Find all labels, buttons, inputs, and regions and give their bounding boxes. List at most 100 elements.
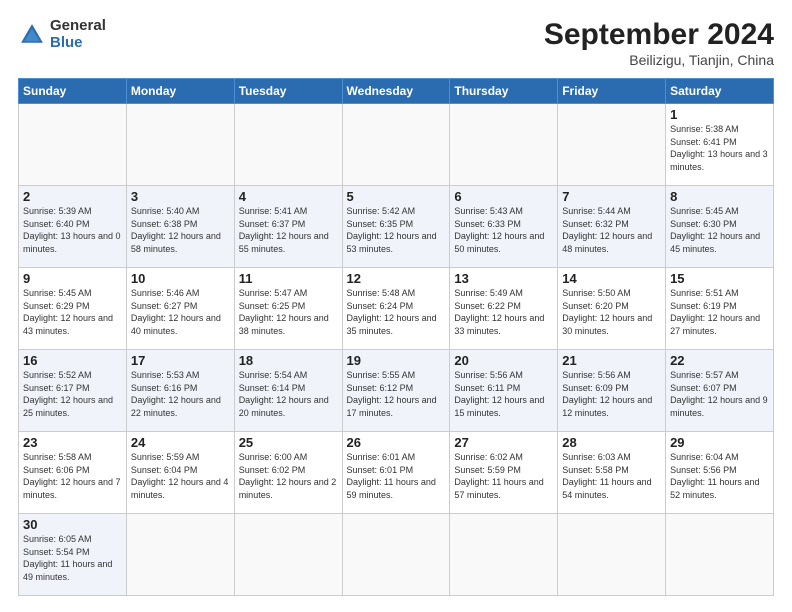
calendar-week-row: 16Sunrise: 5:52 AMSunset: 6:17 PMDayligh… [19, 350, 774, 432]
table-row: 29Sunrise: 6:04 AMSunset: 5:56 PMDayligh… [666, 432, 774, 514]
day-info: Sunrise: 5:53 AMSunset: 6:16 PMDaylight:… [131, 369, 230, 419]
day-number: 7 [562, 189, 661, 204]
table-row [666, 514, 774, 596]
day-info: Sunrise: 5:38 AMSunset: 6:41 PMDaylight:… [670, 123, 769, 173]
day-info: Sunrise: 5:49 AMSunset: 6:22 PMDaylight:… [454, 287, 553, 337]
day-number: 25 [239, 435, 338, 450]
day-number: 3 [131, 189, 230, 204]
day-number: 15 [670, 271, 769, 286]
table-row [126, 104, 234, 186]
calendar-table: Sunday Monday Tuesday Wednesday Thursday… [18, 78, 774, 596]
col-sunday: Sunday [19, 79, 127, 104]
day-number: 4 [239, 189, 338, 204]
logo: General Blue [18, 18, 106, 51]
table-row: 2Sunrise: 5:39 AMSunset: 6:40 PMDaylight… [19, 186, 127, 268]
table-row: 22Sunrise: 5:57 AMSunset: 6:07 PMDayligh… [666, 350, 774, 432]
day-info: Sunrise: 5:42 AMSunset: 6:35 PMDaylight:… [347, 205, 446, 255]
day-number: 22 [670, 353, 769, 368]
day-info: Sunrise: 5:56 AMSunset: 6:11 PMDaylight:… [454, 369, 553, 419]
day-number: 26 [347, 435, 446, 450]
table-row: 8Sunrise: 5:45 AMSunset: 6:30 PMDaylight… [666, 186, 774, 268]
day-number: 10 [131, 271, 230, 286]
table-row: 9Sunrise: 5:45 AMSunset: 6:29 PMDaylight… [19, 268, 127, 350]
header: General Blue September 2024 Beilizigu, T… [18, 18, 774, 68]
logo-blue-text: Blue [50, 35, 106, 52]
day-info: Sunrise: 5:46 AMSunset: 6:27 PMDaylight:… [131, 287, 230, 337]
day-info: Sunrise: 5:40 AMSunset: 6:38 PMDaylight:… [131, 205, 230, 255]
day-info: Sunrise: 5:50 AMSunset: 6:20 PMDaylight:… [562, 287, 661, 337]
table-row: 19Sunrise: 5:55 AMSunset: 6:12 PMDayligh… [342, 350, 450, 432]
table-row [450, 514, 558, 596]
day-info: Sunrise: 6:03 AMSunset: 5:58 PMDaylight:… [562, 451, 661, 501]
day-number: 11 [239, 271, 338, 286]
table-row: 27Sunrise: 6:02 AMSunset: 5:59 PMDayligh… [450, 432, 558, 514]
table-row [558, 104, 666, 186]
day-number: 18 [239, 353, 338, 368]
table-row: 17Sunrise: 5:53 AMSunset: 6:16 PMDayligh… [126, 350, 234, 432]
col-monday: Monday [126, 79, 234, 104]
table-row: 11Sunrise: 5:47 AMSunset: 6:25 PMDayligh… [234, 268, 342, 350]
table-row: 21Sunrise: 5:56 AMSunset: 6:09 PMDayligh… [558, 350, 666, 432]
day-number: 20 [454, 353, 553, 368]
day-info: Sunrise: 5:58 AMSunset: 6:06 PMDaylight:… [23, 451, 122, 501]
day-info: Sunrise: 5:41 AMSunset: 6:37 PMDaylight:… [239, 205, 338, 255]
day-info: Sunrise: 5:39 AMSunset: 6:40 PMDaylight:… [23, 205, 122, 255]
calendar-week-row: 1Sunrise: 5:38 AMSunset: 6:41 PMDaylight… [19, 104, 774, 186]
day-number: 19 [347, 353, 446, 368]
table-row: 15Sunrise: 5:51 AMSunset: 6:19 PMDayligh… [666, 268, 774, 350]
day-number: 21 [562, 353, 661, 368]
calendar-week-row: 9Sunrise: 5:45 AMSunset: 6:29 PMDaylight… [19, 268, 774, 350]
table-row [450, 104, 558, 186]
table-row: 12Sunrise: 5:48 AMSunset: 6:24 PMDayligh… [342, 268, 450, 350]
day-info: Sunrise: 5:43 AMSunset: 6:33 PMDaylight:… [454, 205, 553, 255]
day-number: 29 [670, 435, 769, 450]
day-number: 16 [23, 353, 122, 368]
table-row: 16Sunrise: 5:52 AMSunset: 6:17 PMDayligh… [19, 350, 127, 432]
day-number: 9 [23, 271, 122, 286]
day-number: 23 [23, 435, 122, 450]
day-info: Sunrise: 6:01 AMSunset: 6:01 PMDaylight:… [347, 451, 446, 501]
day-info: Sunrise: 5:52 AMSunset: 6:17 PMDaylight:… [23, 369, 122, 419]
day-number: 27 [454, 435, 553, 450]
logo-general-text: General [50, 18, 106, 35]
day-info: Sunrise: 6:05 AMSunset: 5:54 PMDaylight:… [23, 533, 122, 583]
day-info: Sunrise: 5:51 AMSunset: 6:19 PMDaylight:… [670, 287, 769, 337]
col-saturday: Saturday [666, 79, 774, 104]
day-info: Sunrise: 5:56 AMSunset: 6:09 PMDaylight:… [562, 369, 661, 419]
calendar-week-row: 30Sunrise: 6:05 AMSunset: 5:54 PMDayligh… [19, 514, 774, 596]
day-info: Sunrise: 5:44 AMSunset: 6:32 PMDaylight:… [562, 205, 661, 255]
table-row: 1Sunrise: 5:38 AMSunset: 6:41 PMDaylight… [666, 104, 774, 186]
day-info: Sunrise: 6:00 AMSunset: 6:02 PMDaylight:… [239, 451, 338, 501]
day-info: Sunrise: 5:45 AMSunset: 6:29 PMDaylight:… [23, 287, 122, 337]
day-info: Sunrise: 5:55 AMSunset: 6:12 PMDaylight:… [347, 369, 446, 419]
table-row: 13Sunrise: 5:49 AMSunset: 6:22 PMDayligh… [450, 268, 558, 350]
logo-text: General Blue [50, 18, 106, 51]
table-row: 20Sunrise: 5:56 AMSunset: 6:11 PMDayligh… [450, 350, 558, 432]
col-friday: Friday [558, 79, 666, 104]
page: General Blue September 2024 Beilizigu, T… [0, 0, 792, 612]
day-info: Sunrise: 5:59 AMSunset: 6:04 PMDaylight:… [131, 451, 230, 501]
day-number: 1 [670, 107, 769, 122]
day-number: 13 [454, 271, 553, 286]
table-row: 14Sunrise: 5:50 AMSunset: 6:20 PMDayligh… [558, 268, 666, 350]
day-info: Sunrise: 5:47 AMSunset: 6:25 PMDaylight:… [239, 287, 338, 337]
table-row: 30Sunrise: 6:05 AMSunset: 5:54 PMDayligh… [19, 514, 127, 596]
table-row: 28Sunrise: 6:03 AMSunset: 5:58 PMDayligh… [558, 432, 666, 514]
day-number: 12 [347, 271, 446, 286]
table-row [234, 104, 342, 186]
day-number: 30 [23, 517, 122, 532]
col-thursday: Thursday [450, 79, 558, 104]
day-number: 5 [347, 189, 446, 204]
table-row [342, 104, 450, 186]
table-row: 7Sunrise: 5:44 AMSunset: 6:32 PMDaylight… [558, 186, 666, 268]
calendar-week-row: 2Sunrise: 5:39 AMSunset: 6:40 PMDaylight… [19, 186, 774, 268]
table-row: 25Sunrise: 6:00 AMSunset: 6:02 PMDayligh… [234, 432, 342, 514]
day-number: 14 [562, 271, 661, 286]
day-number: 17 [131, 353, 230, 368]
table-row [234, 514, 342, 596]
table-row: 24Sunrise: 5:59 AMSunset: 6:04 PMDayligh… [126, 432, 234, 514]
location: Beilizigu, Tianjin, China [544, 52, 774, 68]
table-row: 26Sunrise: 6:01 AMSunset: 6:01 PMDayligh… [342, 432, 450, 514]
table-row [126, 514, 234, 596]
day-info: Sunrise: 5:57 AMSunset: 6:07 PMDaylight:… [670, 369, 769, 419]
